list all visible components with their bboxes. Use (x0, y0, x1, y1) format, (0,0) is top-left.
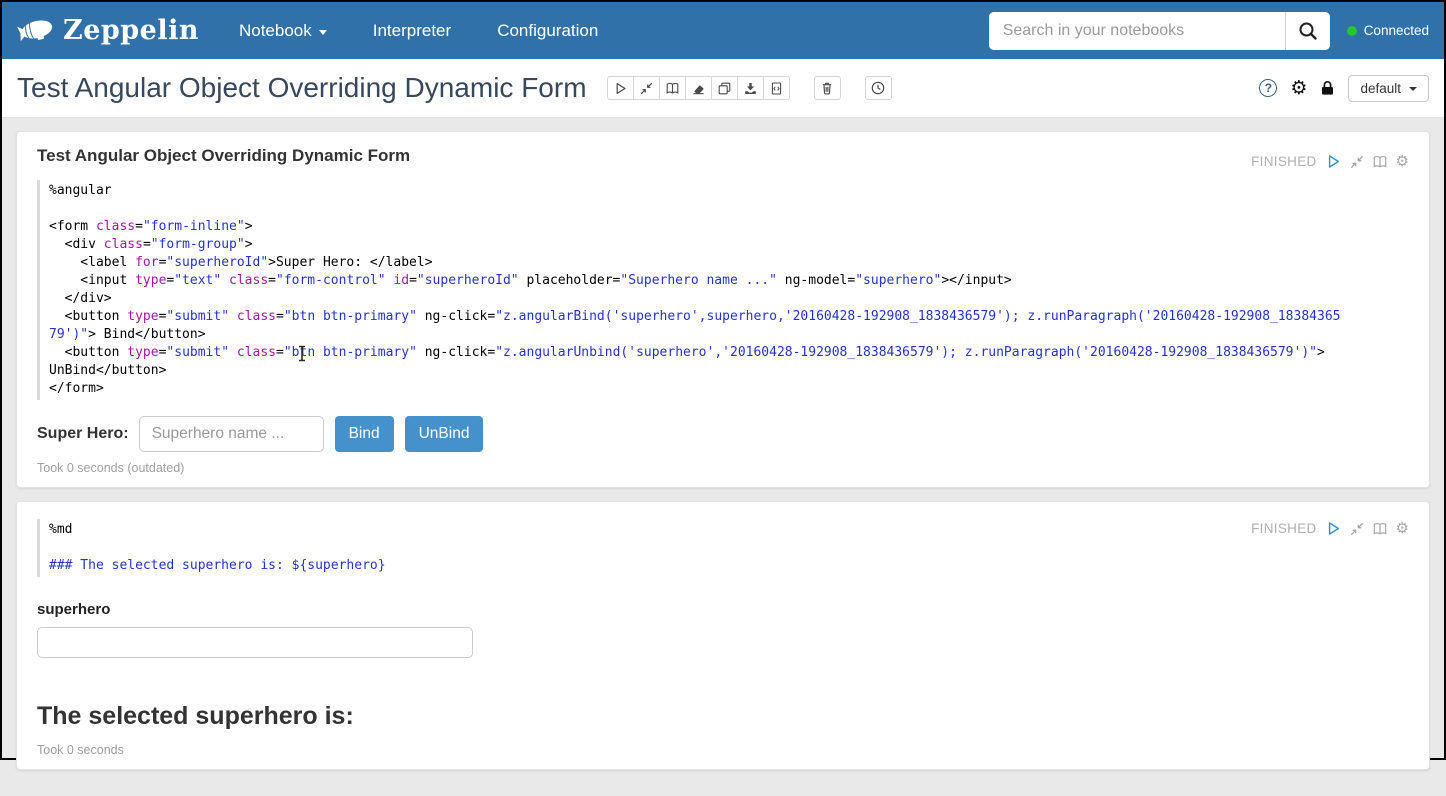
markdown-output-heading: The selected superhero is: (37, 702, 1409, 731)
remove-note-button[interactable] (814, 76, 841, 100)
paragraph-settings-icon[interactable]: ⚙ (1396, 521, 1409, 536)
search-button[interactable] (1285, 12, 1330, 50)
scheduler-button[interactable] (865, 76, 892, 100)
paragraph-settings-icon[interactable]: ⚙ (1396, 154, 1409, 169)
book-icon (666, 82, 679, 95)
superhero-form-label: Super Hero: (37, 425, 129, 443)
unbind-button[interactable]: UnBind (405, 416, 484, 452)
connected-label: Connected (1364, 23, 1429, 38)
dynamic-form: superhero (37, 601, 1409, 658)
superhero-field-input[interactable] (37, 627, 473, 658)
collapse-code-icon (640, 82, 653, 95)
download-icon (744, 82, 757, 95)
clear-output-button[interactable] (685, 76, 712, 100)
elapsed-time: Took 0 seconds (37, 743, 1409, 757)
interpreter-binding-dropdown[interactable]: default (1348, 75, 1429, 102)
nav-configuration-label: Configuration (497, 21, 598, 41)
nav-notebook-label: Notebook (239, 21, 312, 41)
note-content: FINISHED ⚙ Test Angular Object Overridin… (2, 118, 1444, 796)
eraser-icon (692, 82, 705, 95)
collapse-code-icon (1350, 522, 1364, 536)
brand-title: Zeppelin (63, 15, 199, 46)
play-icon (1326, 521, 1341, 536)
clone-icon (718, 82, 731, 95)
toggle-output-button[interactable] (1373, 155, 1387, 169)
lock-icon (1320, 80, 1335, 96)
superhero-input[interactable] (139, 416, 324, 452)
run-all-button[interactable] (607, 76, 634, 100)
nav-interpreter-label: Interpreter (373, 21, 451, 41)
chevron-down-icon (1409, 87, 1417, 91)
note-toolbar (607, 76, 790, 100)
status-badge: FINISHED (1251, 154, 1316, 169)
zeppelin-brand[interactable]: Zeppelin (17, 15, 199, 46)
paragraph-status-row: FINISHED ⚙ (1251, 154, 1409, 169)
connected-dot-icon (1347, 26, 1357, 36)
nav-interpreter[interactable]: Interpreter (373, 21, 451, 41)
paragraph-status-row: FINISHED ⚙ (1251, 521, 1409, 536)
hide-code-button[interactable] (633, 76, 660, 100)
nav-configuration[interactable]: Configuration (497, 21, 598, 41)
angular-output-form: Super Hero: Bind UnBind (37, 416, 1409, 452)
notebook-search (989, 12, 1330, 50)
top-navbar: Zeppelin Notebook Interpreter Configurat… (2, 2, 1444, 59)
export-note-button[interactable] (737, 76, 764, 100)
clock-icon (871, 81, 885, 95)
code-file-icon (770, 82, 783, 95)
book-icon (1373, 155, 1387, 169)
superhero-field-label: superhero (37, 601, 1409, 618)
gear-icon[interactable]: ⚙ (1290, 79, 1307, 98)
zeppelin-app: { "theme": { "navbar_bg": "#3071A9", "pr… (0, 0, 1446, 760)
hide-output-button[interactable] (659, 76, 686, 100)
nav-notebook[interactable]: Notebook (239, 21, 327, 41)
toggle-editor-button[interactable] (1350, 522, 1364, 536)
help-icon[interactable]: ? (1259, 79, 1277, 97)
clone-note-button[interactable] (711, 76, 738, 100)
run-paragraph-button[interactable] (1326, 521, 1341, 536)
zeppelin-logo-icon (17, 15, 54, 46)
run-paragraph-button[interactable] (1326, 154, 1341, 169)
toggle-output-button[interactable] (1373, 522, 1387, 536)
paragraph-title[interactable]: Test Angular Object Overriding Dynamic F… (37, 146, 1409, 166)
collapse-code-icon (1350, 155, 1364, 169)
search-icon (1298, 21, 1318, 41)
book-icon (1373, 522, 1387, 536)
bind-button[interactable]: Bind (335, 416, 394, 452)
code-editor[interactable]: %angular <form class="form-inline"> <div… (37, 180, 1409, 400)
trash-icon (820, 81, 834, 95)
version-control-button[interactable] (763, 76, 790, 100)
search-input[interactable] (989, 12, 1285, 50)
elapsed-time: Took 0 seconds (outdated) (37, 461, 1409, 475)
note-header-right: ? ⚙ default (1259, 75, 1429, 102)
paragraph-angular: FINISHED ⚙ Test Angular Object Overridin… (16, 131, 1430, 488)
play-icon (1326, 154, 1341, 169)
connection-status: Connected (1347, 23, 1429, 38)
status-badge: FINISHED (1251, 521, 1316, 536)
chevron-down-icon (319, 30, 327, 35)
code-editor[interactable]: %md ### The selected superhero is: ${sup… (37, 519, 1409, 577)
paragraph-markdown: FINISHED ⚙ %md ### The selected superher… (16, 501, 1430, 770)
toggle-editor-button[interactable] (1350, 155, 1364, 169)
note-title[interactable]: Test Angular Object Overriding Dynamic F… (17, 72, 587, 104)
run-all-icon (614, 82, 627, 95)
interpreter-binding-label: default (1360, 81, 1401, 96)
note-header: Test Angular Object Overriding Dynamic F… (2, 59, 1444, 118)
